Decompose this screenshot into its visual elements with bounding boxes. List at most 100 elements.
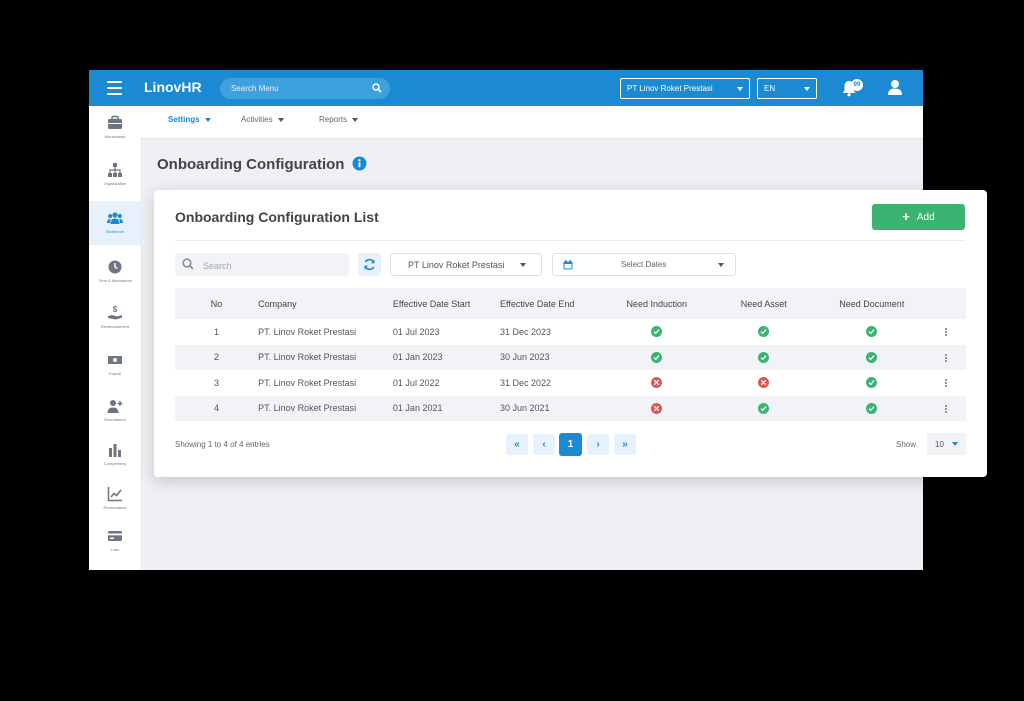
search-box <box>175 253 349 278</box>
menu-icon[interactable] <box>107 81 122 95</box>
chevron-down-icon <box>952 442 958 446</box>
company-select[interactable]: PT Linov Roket Prestasi <box>620 78 750 99</box>
row-number: 1 <box>214 326 220 337</box>
page-title: Onboarding Configuration <box>157 156 345 173</box>
language-select-value: EN <box>764 84 776 93</box>
sidebar-item-label: Worksheets <box>104 134 126 139</box>
induction-cell <box>603 395 711 421</box>
last-page-button[interactable]: » <box>614 434 636 455</box>
x-circle-icon <box>651 402 663 414</box>
more-vertical-icon[interactable] <box>944 378 948 388</box>
sidebar-item-payroll[interactable]: Payroll <box>89 343 141 387</box>
onboarding-list-card: Onboarding Configuration List + Add PT Li… <box>154 190 987 477</box>
company-cell: PT. Linov Roket Prestasi <box>258 395 393 421</box>
active-tab-indicator <box>165 99 215 101</box>
add-button-label: Add <box>916 212 935 223</box>
add-button[interactable]: + Add <box>872 204 965 230</box>
tab-label: Reports <box>319 115 348 124</box>
table-row: 3 PT. Linov Roket Prestasi 01 Jul 2022 31 D… <box>175 370 966 396</box>
actions-cell <box>926 370 966 396</box>
sidebar-item-label: Performance <box>103 505 127 510</box>
more-vertical-icon[interactable] <box>944 404 948 414</box>
end-date-cell: 30 Jun 2023 <box>500 344 604 370</box>
app-logo: LinovHR <box>144 79 202 95</box>
sidebar-item-reimbursement[interactable]: $ Reimbursement <box>89 296 141 340</box>
start-date-cell: 01 Jan 2023 <box>392 344 501 370</box>
row-number: 2 <box>175 344 259 370</box>
column-header-actions <box>926 288 966 319</box>
more-vertical-icon[interactable] <box>944 353 948 363</box>
next-page-button[interactable]: › <box>587 434 609 455</box>
chevron-right-icon: › <box>596 439 600 450</box>
end-date-cell: 31 Dec 2023 <box>500 326 552 337</box>
chevron-down-icon <box>737 87 743 91</box>
sidebar-item-loan[interactable]: Loan <box>89 519 141 563</box>
column-header-company: Company <box>258 288 393 319</box>
info-icon[interactable] <box>352 156 367 171</box>
refresh-button[interactable] <box>358 253 381 276</box>
check-circle-icon <box>758 326 770 338</box>
sidebar-item-performance[interactable]: Performance <box>89 477 141 521</box>
sub-navigation: Settings Activities Reports <box>141 106 923 139</box>
language-select[interactable]: EN <box>757 78 817 99</box>
search-icon[interactable] <box>372 83 382 93</box>
tab-reports[interactable]: Reports <box>319 115 359 124</box>
tab-label: Activities <box>241 115 273 124</box>
company-cell: PT. Linov Roket Prestasi <box>258 326 357 337</box>
sidebar-item-competency[interactable]: Competency <box>89 433 141 477</box>
row-number: 4 <box>175 395 259 421</box>
start-date-cell: 01 Jul 2022 <box>392 377 440 388</box>
document-cell <box>817 395 927 421</box>
card-title: Onboarding Configuration List <box>175 209 379 225</box>
table-row: 1 PT. Linov Roket Prestasi 01 Jul 2023 31 D… <box>175 319 966 345</box>
company-filter-value: PT Linov Roket Prestasi <box>408 260 505 270</box>
chevron-down-icon <box>277 117 284 122</box>
page-size-value: 10 <box>935 440 944 449</box>
card-icon <box>108 531 122 541</box>
column-header-no: No <box>175 288 259 319</box>
plus-icon: + <box>902 209 910 224</box>
chevron-left-icon: ‹ <box>542 439 546 450</box>
x-circle-icon <box>758 377 770 389</box>
page-size-select[interactable]: 10 <box>927 433 966 455</box>
company-cell: PT. Linov Roket Prestasi <box>258 344 393 370</box>
column-header-document: Need Document <box>817 288 927 319</box>
sidebar-item-label: Loan <box>110 547 120 552</box>
sidebar-item-worksheets[interactable]: Worksheets <box>89 106 141 150</box>
check-circle-icon <box>651 351 663 363</box>
people-icon <box>107 212 123 224</box>
date-filter-select[interactable]: Select Dates <box>552 253 736 276</box>
sidebar-item-workforce[interactable]: Workforce <box>89 201 141 245</box>
tab-activities[interactable]: Activities <box>241 115 284 124</box>
show-label: Show <box>896 440 917 449</box>
double-chevron-right-icon: » <box>622 439 628 450</box>
search-menu-input[interactable] <box>220 78 390 99</box>
divider <box>175 240 965 241</box>
sidebar-item-time-attendance[interactable]: Time & Attendance <box>89 250 141 294</box>
x-circle-icon <box>651 377 663 389</box>
check-circle-icon <box>651 326 663 338</box>
start-date-cell: 01 Jan 2021 <box>392 395 501 421</box>
clock-icon <box>108 260 122 274</box>
tab-settings[interactable]: Settings <box>168 115 211 124</box>
company-cell: PT. Linov Roket Prestasi <box>258 377 357 388</box>
company-filter-select[interactable]: PT Linov Roket Prestasi <box>390 253 542 276</box>
bar-chart-icon <box>109 444 121 457</box>
company-select-value: PT Linov Roket Prestasi <box>627 84 713 93</box>
sidebar-item-label: Payroll <box>108 371 122 376</box>
check-circle-icon <box>758 402 770 414</box>
sidebar-item-recruitment[interactable]: Recruitment <box>89 389 141 433</box>
more-vertical-icon[interactable] <box>944 327 948 337</box>
actions-cell <box>926 344 966 370</box>
tab-label: Settings <box>168 115 200 124</box>
document-cell <box>817 370 926 396</box>
search-input[interactable] <box>201 253 345 278</box>
page-button-current[interactable]: 1 <box>559 433 582 456</box>
first-page-button[interactable]: « <box>506 434 528 455</box>
column-header-start: Effective Date Start <box>392 288 501 319</box>
double-chevron-left-icon: « <box>514 439 520 450</box>
user-icon[interactable] <box>887 79 903 96</box>
asset-cell <box>710 344 818 370</box>
sidebar-item-organization[interactable]: Organization <box>89 153 141 197</box>
prev-page-button[interactable]: ‹ <box>533 434 555 455</box>
